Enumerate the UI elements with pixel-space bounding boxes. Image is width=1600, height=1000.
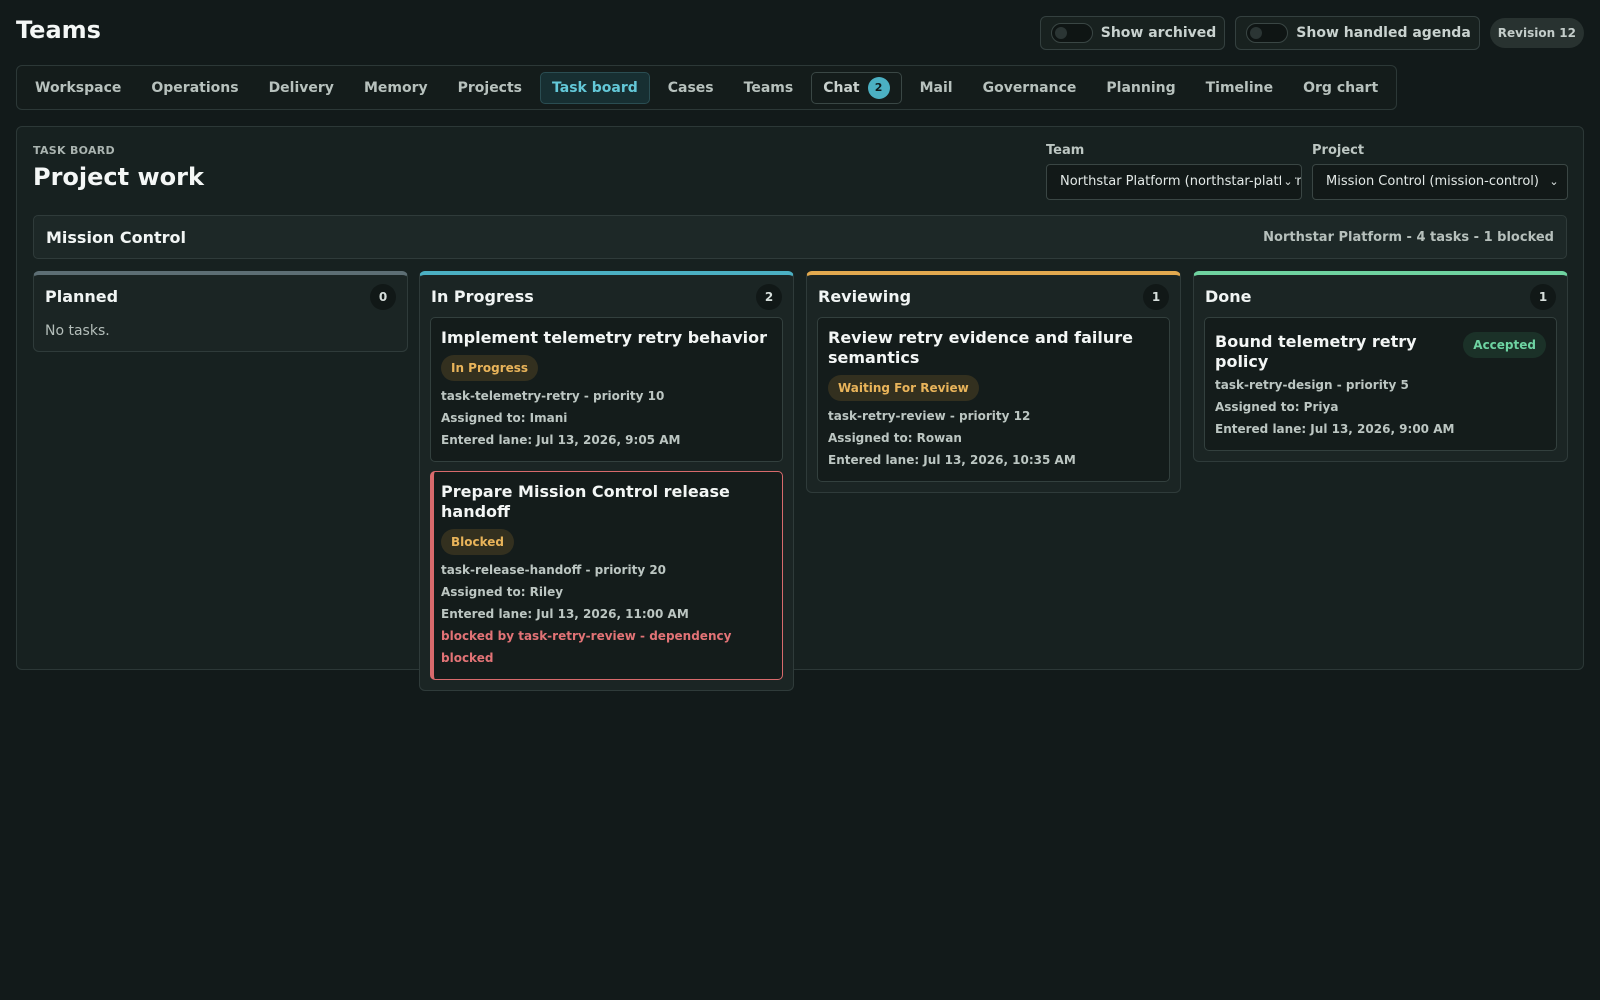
task-card[interactable]: Review retry evidence and failure semant… xyxy=(817,317,1170,482)
tab-chat[interactable]: Chat 2 xyxy=(811,71,902,104)
team-filter: Team Northstar Platform (northstar-platf… xyxy=(1046,143,1302,200)
tab-chat-label: Chat xyxy=(823,79,860,96)
tab-delivery[interactable]: Delivery xyxy=(257,72,346,104)
team-filter-label: Team xyxy=(1046,143,1085,158)
task-title: Implement telemetry retry behavior xyxy=(441,328,768,347)
task-id-priority: task-release-handoff - priority 20 xyxy=(441,563,667,577)
task-board-panel: TASK BOARD Project work Team Northstar P… xyxy=(16,126,1584,691)
chevron-down-icon: ⌄ xyxy=(1281,165,1295,199)
task-card-header: Bound telemetry retry policy Accepted xyxy=(1215,332,1546,372)
tab-mail[interactable]: Mail xyxy=(908,72,965,104)
tab-org-chart[interactable]: Org chart xyxy=(1291,72,1390,104)
task-assignee: Assigned to: Imani xyxy=(441,411,568,425)
task-id-priority: task-retry-review - priority 12 xyxy=(828,409,1031,423)
app-title: Teams xyxy=(16,16,101,44)
tab-timeline[interactable]: Timeline xyxy=(1194,72,1286,104)
lane-empty-text: No tasks. xyxy=(45,323,110,339)
task-entered-lane: Entered lane: Jul 13, 2026, 9:05 AM xyxy=(441,433,681,447)
task-card[interactable]: Bound telemetry retry policy Accepted ta… xyxy=(1204,317,1557,451)
project-summary-bar: Mission Control Northstar Platform - 4 t… xyxy=(33,215,1567,259)
lane-header: Done 1 xyxy=(1194,275,1567,315)
lane-count-badge: 1 xyxy=(1143,284,1169,310)
lane-cards: Bound telemetry retry policy Accepted ta… xyxy=(1194,315,1567,461)
show-archived-toggle[interactable]: Show archived xyxy=(1039,16,1226,50)
task-assignee: Assigned to: Priya xyxy=(1215,400,1339,414)
status-badge: Accepted xyxy=(1463,332,1546,358)
task-card-blocked[interactable]: Prepare Mission Control release handoff … xyxy=(430,471,783,680)
task-card[interactable]: Implement telemetry retry behavior In Pr… xyxy=(430,317,783,462)
project-filter-label: Project xyxy=(1312,143,1365,158)
revision-badge: Revision 12 xyxy=(1489,18,1584,48)
task-id-priority: task-telemetry-retry - priority 10 xyxy=(441,389,665,403)
task-title: Review retry evidence and failure semant… xyxy=(828,328,1134,367)
team-select-value: Northstar Platform (northstar-platform) xyxy=(1060,174,1302,189)
show-archived-label: Show archived xyxy=(1100,25,1217,41)
show-handled-agenda-label: Show handled agenda xyxy=(1296,25,1471,41)
lane-cards: Review retry evidence and failure semant… xyxy=(807,315,1180,492)
tab-workspace[interactable]: Workspace xyxy=(23,72,133,104)
team-select[interactable]: Northstar Platform (northstar-platform) … xyxy=(1046,164,1302,200)
project-filter: Project Mission Control (mission-control… xyxy=(1312,143,1568,200)
tab-governance[interactable]: Governance xyxy=(971,72,1089,104)
top-controls: Show archived Show handled agenda Revisi… xyxy=(1039,16,1584,50)
lane-header: Reviewing 1 xyxy=(807,275,1180,315)
project-name: Mission Control xyxy=(46,228,187,247)
task-entered-lane: Entered lane: Jul 13, 2026, 10:35 AM xyxy=(828,453,1076,467)
lane-title: In Progress xyxy=(431,287,534,306)
project-select[interactable]: Mission Control (mission-control) ⌄ xyxy=(1312,164,1568,200)
panel-eyebrow: TASK BOARD xyxy=(33,144,115,157)
tab-operations[interactable]: Operations xyxy=(139,72,250,104)
lane-reviewing: Reviewing 1 Review retry evidence and fa… xyxy=(806,271,1181,493)
lane-done: Done 1 Bound telemetry retry policy Acce… xyxy=(1193,271,1568,462)
lane-title: Planned xyxy=(45,287,119,306)
tab-projects[interactable]: Projects xyxy=(446,72,534,104)
chevron-down-icon: ⌄ xyxy=(1547,165,1561,199)
lane-in-progress: In Progress 2 Implement telemetry retry … xyxy=(419,271,794,691)
task-id-priority: task-retry-design - priority 5 xyxy=(1215,378,1409,392)
status-badge: In Progress xyxy=(441,355,539,381)
page-title: Project work xyxy=(33,163,204,191)
status-badge: Waiting For Review xyxy=(828,375,979,401)
task-entered-lane: Entered lane: Jul 13, 2026, 9:00 AM xyxy=(1215,422,1455,436)
lane-planned: Planned 0 No tasks. xyxy=(33,271,408,352)
lane-count-badge: 1 xyxy=(1530,284,1556,310)
lane-count-badge: 0 xyxy=(370,284,396,310)
top-bar: Teams Show archived Show handled agenda … xyxy=(16,16,1584,50)
status-badge: Blocked xyxy=(441,529,515,555)
task-title: Bound telemetry retry policy xyxy=(1215,332,1417,371)
tab-planning[interactable]: Planning xyxy=(1094,72,1187,104)
tab-memory[interactable]: Memory xyxy=(352,72,440,104)
lane-title: Done xyxy=(1205,287,1252,306)
project-select-value: Mission Control (mission-control) xyxy=(1326,174,1539,189)
task-assignee: Assigned to: Rowan xyxy=(828,431,962,445)
lane-cards: Implement telemetry retry behavior In Pr… xyxy=(420,315,793,690)
task-blocker-note: blocked by task-retry-review - dependenc… xyxy=(441,629,732,665)
task-title: Prepare Mission Control release handoff xyxy=(441,482,730,521)
lane-count-badge: 2 xyxy=(756,284,782,310)
tab-task-board[interactable]: Task board xyxy=(540,71,650,104)
main-tabs: Workspace Operations Delivery Memory Pro… xyxy=(16,65,1398,110)
show-handled-agenda-toggle[interactable]: Show handled agenda xyxy=(1235,16,1480,50)
project-summary: Northstar Platform - 4 tasks - 1 blocked xyxy=(1263,230,1554,245)
toggle-switch-icon[interactable] xyxy=(1246,23,1289,43)
task-entered-lane: Entered lane: Jul 13, 2026, 11:00 AM xyxy=(441,607,689,621)
task-assignee: Assigned to: Riley xyxy=(441,585,564,599)
tab-teams[interactable]: Teams xyxy=(732,72,806,104)
lane-title: Reviewing xyxy=(818,287,912,306)
lane-header: In Progress 2 xyxy=(420,275,793,315)
chat-unread-badge: 2 xyxy=(867,76,890,99)
tab-cases[interactable]: Cases xyxy=(656,72,726,104)
lane-header: Planned 0 xyxy=(34,275,407,315)
toggle-switch-icon[interactable] xyxy=(1050,23,1093,43)
